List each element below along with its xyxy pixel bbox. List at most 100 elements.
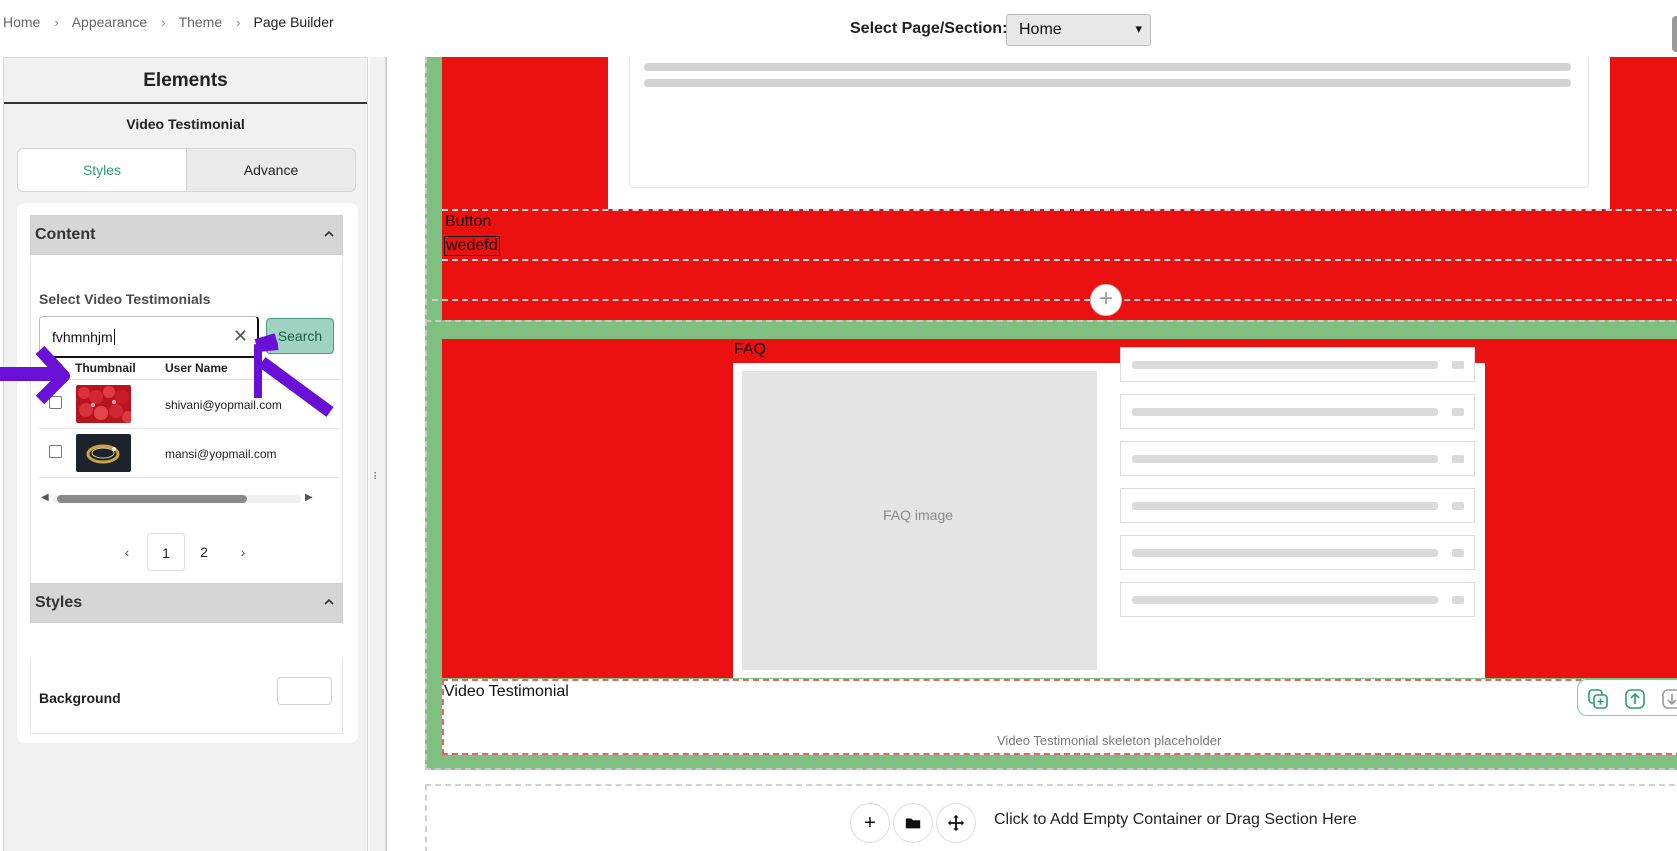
chevron-down-icon: ▾ [1135, 21, 1142, 36]
scroll-handle[interactable] [1672, 16, 1677, 52]
video-testimonial-label: Video Testimonial [444, 683, 569, 700]
chevron-right-icon[interactable]: › [223, 544, 263, 560]
styles-section-title: Styles [35, 594, 83, 611]
row-user-name: shivani@yopmail.com [165, 398, 282, 412]
button-element-label: Button [445, 213, 492, 230]
skeleton-icon [1452, 361, 1464, 369]
styles-section-body: Background [30, 658, 343, 734]
panel-subtitle: Video Testimonial [126, 116, 245, 132]
search-input-value: fvhmnhjm [52, 329, 113, 345]
tab-styles[interactable]: Styles [18, 149, 186, 191]
chevron-right-icon: › [161, 14, 166, 30]
background-label: Background [39, 690, 121, 706]
top-bar: Home › Appearance › Theme › Page Builder… [0, 0, 1677, 58]
close-icon[interactable]: ✕ [233, 326, 248, 347]
search-input[interactable]: fvhmnhjm ✕ [39, 316, 259, 358]
empty-container-hint: Click to Add Empty Container or Drag Sec… [994, 811, 1357, 828]
row-user-name: mansi@yopmail.com [165, 447, 277, 461]
move-up-icon[interactable] [1624, 688, 1646, 710]
pagination: ‹ 1 2 › [107, 533, 263, 571]
content-section-header[interactable]: Content [30, 215, 343, 255]
horizontal-scrollbar[interactable]: ◀ ▶ [39, 491, 317, 505]
folder-button[interactable] [893, 803, 933, 843]
search-button[interactable]: Search [266, 318, 334, 354]
button-element-outline[interactable] [442, 209, 1677, 261]
move-icon [947, 814, 965, 832]
table-row: mansi@yopmail.com [39, 429, 339, 478]
skeleton-line [1132, 455, 1438, 463]
content-section-title: Content [35, 226, 96, 243]
select-video-testimonials-label: Select Video Testimonials [39, 291, 211, 307]
scroll-left-icon[interactable]: ◀ [41, 492, 49, 503]
skeleton-card [629, 57, 1589, 188]
skeleton-icon [1452, 455, 1464, 463]
skeleton-line [1132, 408, 1438, 416]
faq-item [1120, 347, 1475, 382]
folder-icon [905, 818, 921, 829]
scrollbar-thumb[interactable] [57, 495, 247, 503]
tab-advance[interactable]: Advance [186, 149, 355, 191]
page-select-label: Select Page/Section: [850, 20, 1008, 37]
testimonials-table: Thumbnail User Name shivani@yopmail.com … [39, 358, 339, 478]
skeleton-icon [1452, 408, 1464, 416]
faq-item [1120, 441, 1475, 476]
row-checkbox[interactable] [49, 445, 62, 458]
page-2[interactable]: 2 [185, 533, 223, 571]
elements-panel: Elements Video Testimonial Styles Advanc… [3, 57, 368, 851]
page-select-dropdown[interactable]: Home ▾ [1006, 14, 1151, 46]
row-checkbox[interactable] [49, 396, 62, 409]
faq-element-label: FAQ [734, 341, 767, 358]
ring-thumbnail-image [76, 434, 131, 472]
breadcrumb: Home › Appearance › Theme › Page Builder [3, 14, 334, 30]
skeleton-line [1132, 361, 1438, 369]
page-select-value: Home [1019, 21, 1062, 38]
skeleton-line [644, 63, 1571, 71]
skeleton-icon [1452, 596, 1464, 604]
background-color-picker[interactable] [277, 677, 332, 705]
skeleton-line [1132, 502, 1438, 510]
add-container-button[interactable]: + [850, 803, 890, 843]
breadcrumb-home[interactable]: Home [3, 14, 40, 30]
button-element-preview[interactable]: wedefd [444, 236, 500, 256]
drag-section-button[interactable] [936, 803, 976, 843]
builder-canvas: Button wedefd + FAQ FAQ image Video Test… [386, 57, 1677, 851]
page-1[interactable]: 1 [147, 533, 185, 571]
skeleton-line [1132, 596, 1438, 604]
chevron-right-icon: › [236, 14, 241, 30]
content-section-body: Select Video Testimonials fvhmnhjm ✕ Sea… [30, 258, 343, 603]
styles-section-header[interactable]: Styles [30, 583, 343, 623]
section-divider [432, 299, 1677, 301]
breadcrumb-page-builder: Page Builder [253, 14, 334, 30]
duplicate-icon[interactable] [1587, 688, 1609, 710]
column-user-name: User Name [165, 361, 228, 375]
breadcrumb-theme[interactable]: Theme [179, 14, 223, 30]
faq-item [1120, 535, 1475, 570]
table-header: Thumbnail User Name [39, 358, 339, 380]
faq-image-label: FAQ image [883, 507, 954, 523]
faq-item [1120, 394, 1475, 429]
faq-item [1120, 488, 1475, 523]
element-toolbar [1577, 679, 1677, 716]
panel-tabs: Styles Advance [17, 148, 356, 192]
chevron-up-icon [324, 230, 334, 237]
skeleton-icon [1452, 502, 1464, 510]
add-section-button[interactable]: + [1090, 284, 1122, 316]
chevron-up-icon [324, 598, 334, 605]
grip-icon[interactable]: ⠇ [373, 473, 381, 483]
panel-title: Elements [4, 58, 367, 104]
panel-resize-splitter[interactable]: ⠇ [370, 57, 386, 851]
column-thumbnail: Thumbnail [75, 361, 136, 375]
skeleton-line [1132, 549, 1438, 557]
faq-item [1120, 582, 1475, 617]
settings-card: Content Select Video Testimonials fvhmnh… [17, 203, 358, 743]
berries-thumbnail-image [76, 385, 131, 423]
breadcrumb-appearance[interactable]: Appearance [72, 14, 148, 30]
move-down-icon[interactable] [1661, 688, 1677, 710]
skeleton-icon [1452, 549, 1464, 557]
chevron-left-icon[interactable]: ‹ [107, 544, 147, 560]
page-builder-screen: Home › Appearance › Theme › Page Builder… [0, 0, 1677, 851]
scroll-right-icon[interactable]: ▶ [305, 492, 313, 503]
chevron-right-icon: › [54, 14, 59, 30]
skeleton-line [644, 79, 1571, 87]
table-row: shivani@yopmail.com [39, 380, 339, 429]
